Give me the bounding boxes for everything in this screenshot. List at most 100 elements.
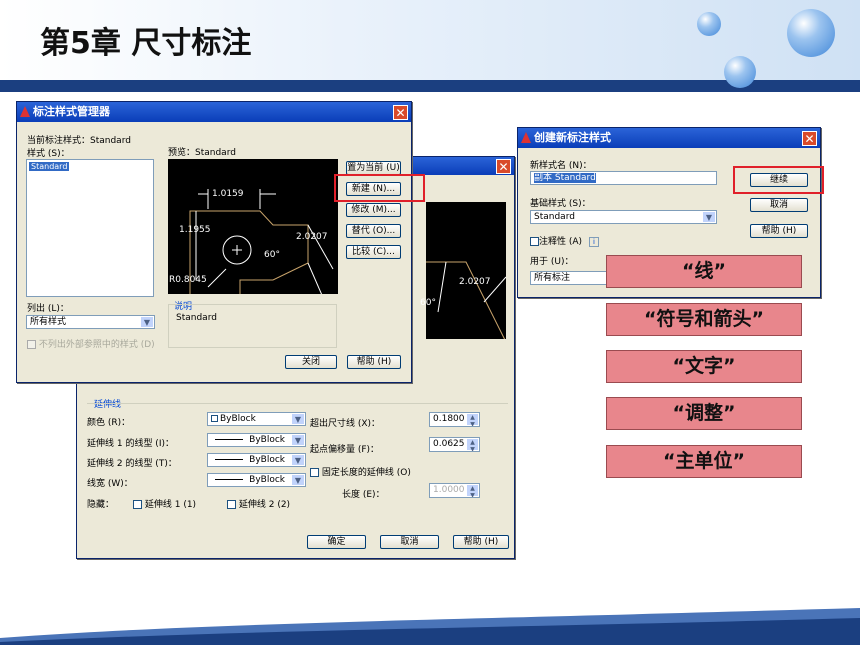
checkbox-icon	[27, 340, 36, 349]
modify-button[interactable]: 修改 (M)...	[346, 203, 401, 217]
back-preview-angle: 60°	[420, 298, 436, 308]
hide-label: 隐藏：	[87, 500, 115, 510]
use-for-label: 用于 (U)：	[530, 257, 574, 267]
fixed-length-checkbox[interactable]: 固定长度的延伸线 (O)	[310, 465, 411, 478]
new-name-value: 副本 Standard	[534, 173, 596, 183]
help-button[interactable]: 帮助 (H)	[347, 355, 401, 369]
close-icon[interactable]: ✕	[802, 131, 817, 146]
styles-label: 样式 (S)：	[27, 149, 70, 159]
checkbox-icon	[133, 500, 142, 509]
compare-button[interactable]: 比较 (C)...	[346, 245, 401, 259]
decor-bubble-medium	[724, 56, 756, 88]
ext1-linetype-label: 延伸线 1 的线型 (I)：	[87, 439, 174, 449]
base-style-select[interactable]: Standard ▼	[530, 210, 717, 224]
extend-beyond-label: 超出尺寸线 (X)：	[310, 419, 381, 429]
chevron-down-icon: ▼	[292, 435, 304, 445]
style-item-standard[interactable]: Standard	[29, 162, 70, 171]
preview-dim-top: 1.0159	[212, 189, 244, 199]
help-button[interactable]: 帮助 (H)	[453, 535, 509, 549]
hide-ext1-label: 延伸线 1 (1)	[144, 500, 197, 510]
current-style-label: 当前标注样式：Standard	[27, 136, 131, 146]
decor-bubble-small	[697, 12, 721, 36]
info-icon: i	[588, 237, 599, 247]
description-box: Standard	[168, 304, 337, 348]
base-style-label: 基础样式 (S)：	[530, 199, 591, 209]
preview-dim-left: 1.1955	[179, 225, 211, 235]
highlight-continue-button	[733, 166, 824, 194]
ext2-linetype-label: 延伸线 2 的线型 (T)：	[87, 459, 177, 469]
slide-title: 第5章 尺寸标注	[40, 26, 252, 61]
chevron-down-icon: ▼	[292, 475, 304, 485]
offset-label: 起点偏移量 (F)：	[310, 445, 380, 455]
spinner-icon: ▲ ▼	[467, 485, 478, 497]
tab-button-lines[interactable]: “线”	[606, 255, 802, 288]
color-select-value: ByBlock	[220, 414, 256, 424]
base-style-value: Standard	[534, 212, 575, 222]
chevron-down-icon: ▼	[292, 455, 304, 465]
annotative-checkbox[interactable]: 注释性 (A) i	[530, 234, 599, 247]
ext1-linetype-select[interactable]: ByBlock ▼	[207, 433, 306, 447]
hide-ext2-label: 延伸线 2 (2)	[238, 500, 291, 510]
preview-panel: 1.0159 1.1955 2.0207 60° R0.8045	[168, 159, 338, 310]
no-external-checkbox: 不列出外部参照中的样式 (D)	[27, 337, 155, 350]
hide-ext2-checkbox[interactable]: 延伸线 2 (2)	[227, 497, 290, 510]
close-button[interactable]: 关闭	[285, 355, 337, 369]
color-label: 颜色 (R)：	[87, 418, 131, 428]
close-icon[interactable]: ✕	[393, 105, 408, 120]
app-icon	[20, 106, 30, 117]
ext1-linetype-value: ByBlock	[249, 435, 285, 445]
preview-dim-right: 2.0207	[296, 232, 328, 242]
cancel-button[interactable]: 取消	[750, 198, 808, 212]
close-icon[interactable]: ✕	[496, 159, 511, 174]
dimstyle-manager-title: 标注样式管理器	[33, 105, 110, 118]
preview-radius: R0.8045	[169, 275, 207, 285]
help-button[interactable]: 帮助 (H)	[750, 224, 808, 238]
tab-button-text[interactable]: “文字”	[606, 350, 802, 383]
hide-ext1-checkbox[interactable]: 延伸线 1 (1)	[133, 497, 196, 510]
new-name-input[interactable]: 副本 Standard	[530, 171, 717, 185]
length-value: 1.0000	[433, 485, 465, 495]
footer-wave	[0, 608, 860, 645]
new-style-title: 创建新标注样式	[534, 131, 611, 144]
tab-button-primary-units[interactable]: “主单位”	[606, 445, 802, 478]
preview-label: 预览：Standard	[168, 148, 236, 158]
ext2-linetype-value: ByBlock	[249, 455, 285, 465]
offset-value: 0.0625	[433, 439, 465, 449]
lineweight-value: ByBlock	[249, 475, 285, 485]
chevron-down-icon: ▼	[141, 317, 153, 327]
tab-button-fit[interactable]: “调整”	[606, 397, 802, 430]
set-current-button[interactable]: 置为当前 (U)	[346, 161, 401, 175]
lineweight-select[interactable]: ByBlock ▼	[207, 473, 306, 487]
no-external-label: 不列出外部参照中的样式 (D)	[38, 340, 155, 350]
description-value: Standard	[176, 313, 217, 323]
chevron-down-icon: ▼	[292, 414, 304, 424]
ext2-linetype-select[interactable]: ByBlock ▼	[207, 453, 306, 467]
extend-beyond-input[interactable]: 0.1800 ▲ ▼	[429, 412, 480, 427]
list-select[interactable]: 所有样式 ▼	[26, 315, 155, 329]
spinner-icon[interactable]: ▲ ▼	[467, 439, 478, 451]
cancel-button[interactable]: 取消	[380, 535, 439, 549]
use-for-value: 所有标注	[534, 273, 571, 283]
fixed-length-label: 固定长度的延伸线 (O)	[321, 468, 411, 478]
dimstyle-manager-titlebar: 标注样式管理器	[17, 102, 411, 122]
preview-angle: 60°	[264, 250, 280, 260]
ok-button[interactable]: 确定	[307, 535, 366, 549]
back-preview-panel: 2.0207 60°	[420, 202, 507, 343]
length-input[interactable]: 1.0000 ▲ ▼	[429, 483, 480, 498]
dimstyle-manager-dialog: 标注样式管理器 ✕ 当前标注样式：Standard 样式 (S)： Standa…	[16, 101, 412, 383]
annotative-label: 注释性 (A)	[539, 237, 583, 247]
styles-list[interactable]: Standard	[26, 159, 154, 297]
new-name-label: 新样式名 (N)：	[530, 161, 592, 171]
offset-input[interactable]: 0.0625 ▲ ▼	[429, 437, 480, 452]
override-button[interactable]: 替代 (O)...	[346, 224, 401, 238]
app-icon	[521, 132, 531, 143]
back-preview-dim: 2.0207	[459, 277, 491, 287]
spinner-icon[interactable]: ▲ ▼	[467, 414, 478, 426]
tab-button-symbols-arrows[interactable]: “符号和箭头”	[606, 303, 802, 336]
color-select[interactable]: ByBlock ▼	[207, 412, 306, 426]
decor-bubble-large	[787, 9, 835, 57]
highlight-new-button	[334, 174, 425, 202]
length-label: 长度 (E)：	[342, 490, 385, 500]
chevron-down-icon: ▼	[703, 212, 715, 222]
checkbox-icon	[310, 468, 319, 477]
